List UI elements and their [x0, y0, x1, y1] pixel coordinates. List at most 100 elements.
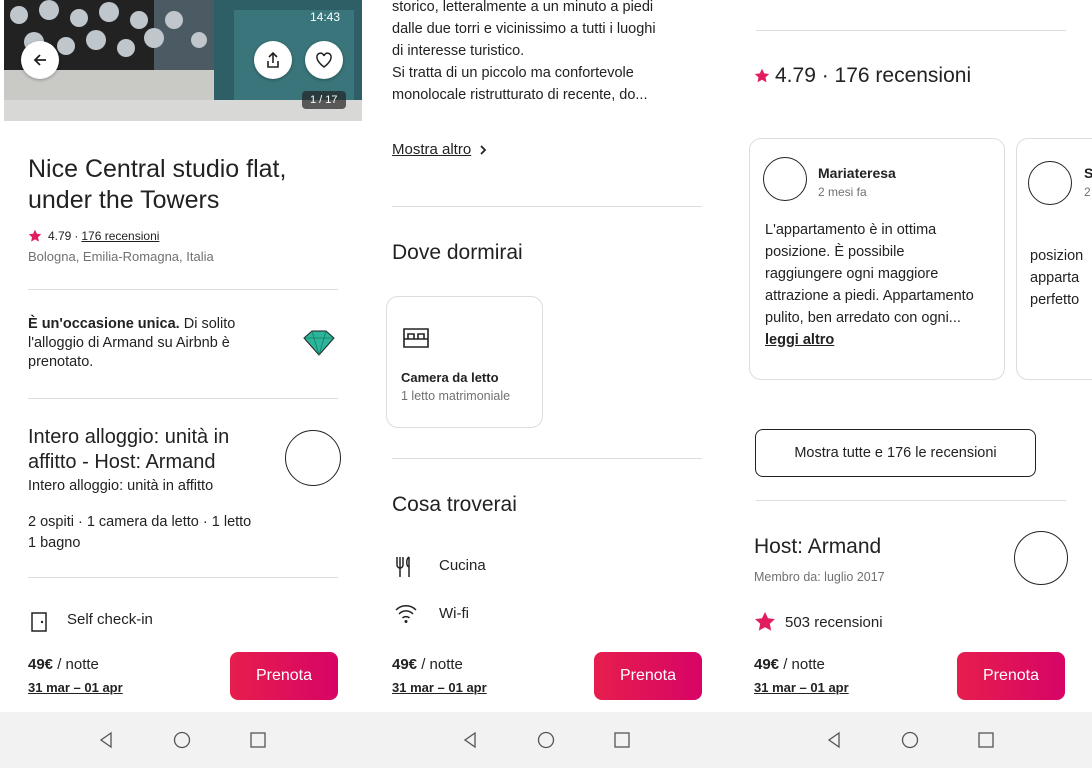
system-navbar: [364, 712, 728, 768]
chevron-right-icon: [480, 144, 487, 155]
review-line: posizion: [1030, 248, 1084, 264]
rating-row: 4.79 · 176 recensioni: [28, 229, 159, 243]
reviews-link[interactable]: 176 recensioni: [81, 229, 159, 243]
system-navbar: [728, 712, 1092, 768]
reviewer-avatar: [1028, 161, 1072, 205]
home-circle-icon[interactable]: [172, 730, 192, 750]
bedroom-subtitle: 1 letto matrimoniale: [401, 389, 511, 403]
review-date: 2 mesi fa: [818, 185, 867, 199]
recent-square-icon[interactable]: [248, 730, 268, 750]
description-line: di interesse turistico.: [392, 43, 525, 59]
description-line: monolocale ristrutturato di recente, do.…: [392, 87, 648, 103]
description-line: Si tratta di un piccolo ma confortevole: [392, 65, 634, 81]
per-night-label: / notte: [53, 656, 99, 673]
host-listing-title: Intero alloggio: unità in affitto - Host…: [28, 426, 230, 473]
bedroom-title: Camera da letto: [401, 370, 499, 385]
show-more-label: Mostra altro: [392, 141, 472, 158]
diamond-icon: [303, 330, 335, 356]
share-icon: [267, 51, 279, 68]
rating-value: 4.79: [48, 229, 72, 243]
booking-dates[interactable]: 31 mar – 01 apr: [28, 680, 123, 695]
review-card[interactable]: Mariateresa 2 mesi fa L'appartamento è i…: [749, 138, 1005, 380]
kitchen-icon: [396, 556, 410, 577]
status-bar-time: 14:43: [309, 10, 340, 24]
per-night-label: / notte: [417, 656, 463, 673]
description-line: storico, letteralmente a un minuto a pie…: [392, 0, 654, 15]
amenities-title: Cosa troverai: [392, 493, 517, 516]
host-title: Host: Armand: [754, 535, 882, 558]
divider: [28, 289, 338, 290]
host-reviews-count: 503 recensioni: [785, 613, 883, 631]
price-per-night: 49€ / notte: [754, 656, 825, 673]
host-listing-subtitle: Intero alloggio: unità in affitto: [28, 478, 214, 494]
recent-square-icon[interactable]: [976, 730, 996, 750]
heart-icon: [316, 52, 332, 68]
back-triangle-icon[interactable]: [460, 730, 480, 750]
reviewer-name: Mariateresa: [818, 165, 896, 181]
divider: [756, 500, 1066, 501]
price-value: 49€: [754, 656, 780, 673]
divider: [392, 458, 702, 459]
back-triangle-icon[interactable]: [824, 730, 844, 750]
review-line: apparta: [1030, 270, 1080, 286]
rating-separator: ·: [74, 229, 79, 243]
listing-capacity: 2 ospiti · 1 camera da letto · 1 letto: [28, 514, 252, 530]
divider: [28, 398, 338, 399]
where-you-sleep-title: Dove dormirai: [392, 241, 523, 264]
rare-find-bold: È un'occasione unica.: [28, 316, 180, 332]
back-button[interactable]: [21, 41, 59, 79]
favorite-button[interactable]: [305, 41, 343, 79]
divider: [756, 30, 1066, 31]
review-card[interactable]: S 2 posizion apparta perfetto: [1016, 138, 1092, 380]
reserve-button[interactable]: Prenota: [230, 652, 338, 700]
divider: [392, 206, 702, 207]
reviews-header: 4.79 · 176 recensioni: [754, 64, 971, 88]
divider: [28, 577, 338, 578]
wifi-icon: [395, 605, 417, 623]
read-more-link[interactable]: leggi altro: [765, 332, 834, 348]
host-member-since: Membro da: luglio 2017: [754, 570, 885, 584]
rare-find-notice: È un'occasione unica. Di solito l'allogg…: [28, 315, 278, 372]
recent-square-icon[interactable]: [612, 730, 632, 750]
show-more-link[interactable]: Mostra altro: [392, 141, 489, 158]
listing-bathrooms: 1 bagno: [28, 535, 81, 551]
host-avatar[interactable]: [1014, 531, 1068, 585]
system-navbar: [0, 712, 364, 768]
host-avatar[interactable]: [285, 430, 341, 486]
booking-dates[interactable]: 31 mar – 01 apr: [754, 680, 849, 695]
review-text: L'appartamento è in ottima posizione. È …: [765, 219, 985, 351]
booking-dates[interactable]: 31 mar – 01 apr: [392, 680, 487, 695]
home-circle-icon[interactable]: [536, 730, 556, 750]
bedroom-card[interactable]: Camera da letto 1 letto matrimoniale: [386, 296, 543, 428]
listing-title: Nice Central studio flat, under the Towe…: [28, 155, 287, 214]
home-circle-icon[interactable]: [900, 730, 920, 750]
review-body: L'appartamento è in ottima posizione. È …: [765, 222, 974, 326]
per-night-label: / notte: [779, 656, 825, 673]
reviews-header-text: 4.79 · 176 recensioni: [775, 64, 972, 87]
bed-icon: [403, 328, 429, 348]
host-reviews-row: 503 recensioni: [754, 611, 883, 633]
screen-listing-details: storico, letteralmente a un minuto a pie…: [364, 0, 728, 768]
review-date: 2: [1084, 185, 1091, 199]
arrow-left-icon: [33, 54, 46, 66]
amenity-wifi: Wi-fi: [439, 605, 469, 622]
reserve-button[interactable]: Prenota: [957, 652, 1065, 700]
door-icon: [31, 612, 47, 632]
reserve-button[interactable]: Prenota: [594, 652, 702, 700]
reviewer-name: S: [1084, 165, 1092, 181]
description-line: dalle due torri e vicinissimo a tutti i …: [392, 21, 656, 37]
share-button[interactable]: [254, 41, 292, 79]
star-icon: [755, 612, 775, 631]
back-triangle-icon[interactable]: [96, 730, 116, 750]
price-per-night: 49€ / notte: [392, 656, 463, 673]
star-icon: [754, 68, 770, 83]
screen-reviews-host: 4.79 · 176 recensioni Mariateresa 2 mesi…: [728, 0, 1092, 768]
star-icon: [28, 229, 42, 242]
listing-location: Bologna, Emilia-Romagna, Italia: [28, 249, 214, 264]
review-text: posizion apparta perfetto: [1030, 245, 1083, 311]
screen-listing-overview: 14:43 1 / 17 Nice Central studio flat, u…: [0, 0, 364, 768]
show-all-reviews-button[interactable]: Mostra tutte e 176 le recensioni: [755, 429, 1036, 477]
reviewer-avatar: [763, 157, 807, 201]
price-value: 49€: [28, 656, 54, 673]
review-line: perfetto: [1030, 292, 1080, 308]
